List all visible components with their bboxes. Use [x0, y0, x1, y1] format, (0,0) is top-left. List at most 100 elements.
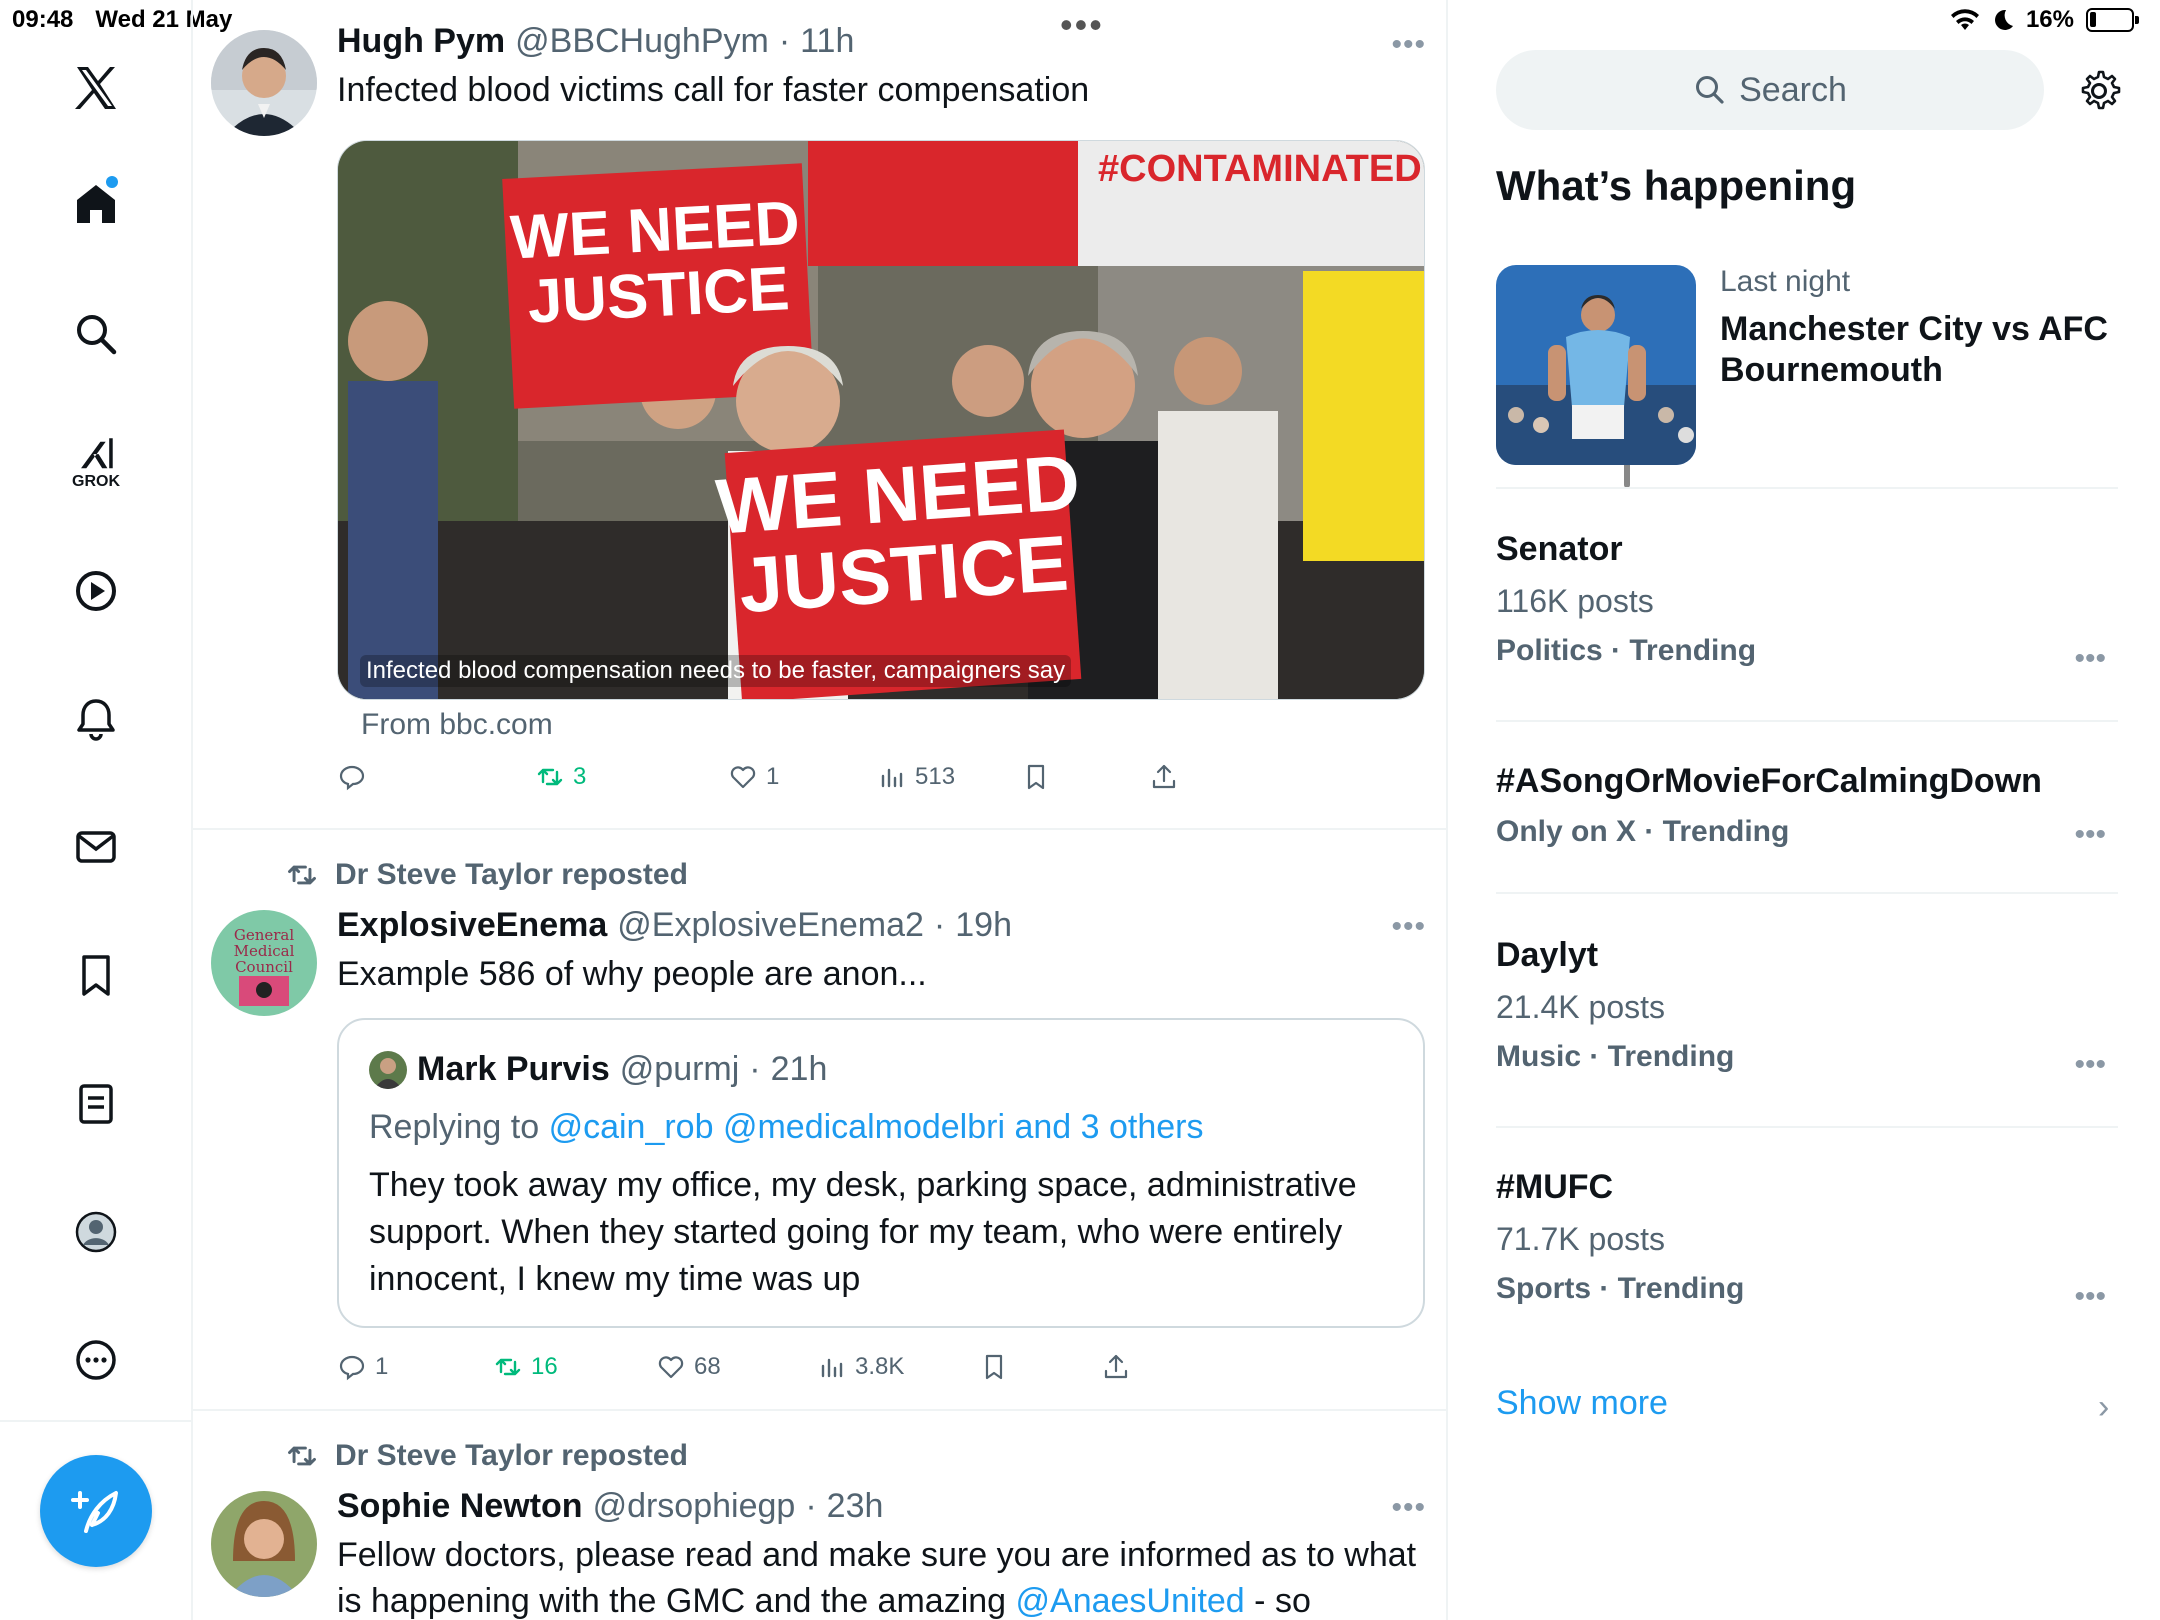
search-input[interactable]: Search: [1496, 50, 2044, 130]
like-button[interactable]: 68: [656, 1352, 721, 1382]
author-handle[interactable]: @drsophiegp: [593, 1487, 796, 1526]
more-options-icon[interactable]: •••: [2074, 1280, 2106, 1314]
quoted-time[interactable]: 21h: [771, 1050, 828, 1089]
share-icon: [1152, 764, 1176, 789]
trend-item[interactable]: Senator 116K posts Politics · Trending •…: [1496, 530, 2118, 722]
views-button[interactable]: 513: [877, 762, 955, 792]
quoted-tweet[interactable]: Mark Purvis @purmj · 21h Replying to @ca…: [337, 1018, 1425, 1328]
quoted-author-name[interactable]: Mark Purvis: [417, 1050, 610, 1089]
trending-event[interactable]: Last night Manchester City vs AFC Bourne…: [1496, 265, 2118, 489]
trend-item[interactable]: Daylyt 21.4K posts Music · Trending •••: [1496, 936, 2118, 1128]
home-icon[interactable]: [56, 164, 136, 244]
separator: ·: [805, 1487, 817, 1525]
trend-name: #ASongOrMovieForCalmingDown: [1496, 762, 2042, 800]
more-options-icon[interactable]: •••: [1391, 910, 1426, 944]
mention-link[interactable]: @AnaesUnited: [1016, 1582, 1245, 1620]
replying-to: Replying to @cain_rob @medicalmodelbri a…: [369, 1108, 1203, 1147]
tweet[interactable]: Dr Steve Taylor reposted General Medical C…: [193, 830, 1448, 1411]
tweet-text: Example 586 of why people are anon...: [337, 955, 927, 993]
trend-name: #MUFC: [1496, 1168, 1614, 1206]
avatar[interactable]: General Medical Council: [211, 910, 317, 1016]
grok-icon[interactable]: GROK: [56, 422, 136, 502]
author-handle[interactable]: @ExplosiveEnema2: [617, 906, 924, 945]
trend-post-count: 116K posts: [1496, 583, 1654, 619]
tweet-text-part: - so: [1254, 1582, 1311, 1620]
trend-category: Music · Trending: [1496, 1040, 1735, 1073]
trend-category: Politics · Trending: [1496, 634, 1757, 667]
repost-count: 3: [573, 763, 587, 790]
replying-to-links[interactable]: @cain_rob @medicalmodelbri and 3 others: [549, 1108, 1204, 1146]
heart-icon: [730, 766, 756, 789]
compose-button[interactable]: [40, 1455, 152, 1567]
views-icon: [821, 1358, 843, 1378]
bookmarks-icon[interactable]: [56, 935, 136, 1015]
repost-icon: [537, 768, 563, 786]
trend-post-count: 21.4K posts: [1496, 989, 1665, 1025]
section-title: What’s happening: [1496, 162, 1857, 209]
reposted-by: Dr Steve Taylor reposted: [335, 1439, 688, 1472]
tweet-time[interactable]: 19h: [955, 906, 1012, 945]
more-icon[interactable]: [56, 1320, 136, 1400]
protest-photo: WE NEED JUSTICE #CONTAMINATEDBL WE NEED …: [338, 141, 1425, 699]
avatar[interactable]: [211, 30, 317, 136]
share-button[interactable]: [1101, 1352, 1131, 1382]
nav-divider: [0, 1420, 193, 1422]
lists-icon[interactable]: [56, 1064, 136, 1144]
more-options-icon[interactable]: •••: [2074, 642, 2106, 676]
avatar[interactable]: [211, 1491, 317, 1597]
author-name[interactable]: Hugh Pym: [337, 22, 505, 61]
reply-button[interactable]: 1: [337, 1352, 388, 1382]
tweet-time[interactable]: 23h: [827, 1487, 884, 1526]
avatar-text: Council: [235, 958, 293, 976]
repost-context[interactable]: Dr Steve Taylor reposted: [285, 1439, 688, 1473]
trend-item[interactable]: #ASongOrMovieForCalmingDown Only on X · …: [1496, 762, 2118, 894]
bookmark-button[interactable]: [1021, 762, 1051, 792]
quoted-author-handle[interactable]: @purmj: [620, 1050, 740, 1089]
repost-button[interactable]: 3: [535, 762, 586, 792]
link-source[interactable]: From bbc.com: [361, 708, 553, 742]
heart-icon: [658, 1356, 684, 1379]
share-button[interactable]: [1149, 762, 1179, 792]
trend-item[interactable]: #MUFC 71.7K posts Sports · Trending •••: [1496, 1168, 2118, 1348]
tweet[interactable]: Dr Steve Taylor reposted Sophie Newton @…: [193, 1411, 1448, 1620]
grok-label: GROK: [72, 473, 120, 490]
more-options-icon[interactable]: •••: [1391, 1491, 1426, 1525]
video-icon[interactable]: [56, 551, 136, 631]
x-logo-icon[interactable]: [56, 48, 136, 128]
mail-icon[interactable]: [56, 807, 136, 887]
profile-icon[interactable]: [56, 1192, 136, 1272]
tweet-text: Infected blood victims call for faster c…: [337, 71, 1090, 109]
reply-count: 1: [375, 1353, 389, 1380]
left-nav: GROK: [0, 0, 193, 1620]
tweet[interactable]: Hugh Pym @BBCHughPym · 11h Infected bloo…: [193, 0, 1448, 830]
bell-icon[interactable]: [56, 679, 136, 759]
repost-context[interactable]: Dr Steve Taylor reposted: [285, 858, 688, 892]
author-name[interactable]: ExplosiveEnema: [337, 906, 607, 945]
repost-button[interactable]: 16: [493, 1352, 558, 1382]
author-handle[interactable]: @BBCHughPym: [515, 22, 769, 61]
bookmark-button[interactable]: [979, 1352, 1009, 1382]
author-name[interactable]: Sophie Newton: [337, 1487, 583, 1526]
chevron-right-icon[interactable]: ›: [2098, 1388, 2109, 1427]
link-card-image[interactable]: WE NEED JUSTICE #CONTAMINATEDBL WE NEED …: [337, 140, 1425, 700]
tweet-actions: 1 16 68 3.8K: [337, 1352, 1425, 1392]
repost-icon: [288, 1446, 316, 1466]
more-options-icon[interactable]: •••: [1391, 28, 1426, 62]
like-count: 68: [694, 1353, 721, 1380]
more-options-icon[interactable]: •••: [2074, 818, 2106, 852]
views-button[interactable]: 3.8K: [817, 1352, 904, 1382]
view-count: 3.8K: [855, 1353, 905, 1380]
like-button[interactable]: 1: [728, 762, 779, 792]
gear-icon[interactable]: [2076, 68, 2122, 114]
search-nav-icon[interactable]: [56, 294, 136, 374]
more-options-icon[interactable]: •••: [2074, 1048, 2106, 1082]
reply-button[interactable]: [337, 762, 367, 792]
media-caption: Infected blood compensation needs to be …: [360, 655, 1072, 687]
repost-count: 16: [531, 1353, 558, 1380]
reposted-by: Dr Steve Taylor reposted: [335, 858, 688, 891]
sign-hashtag-text: #CONTAMINATEDBL: [1098, 148, 1425, 190]
quoted-avatar[interactable]: [369, 1050, 407, 1089]
quoted-text: They took away my office, my desk, parki…: [369, 1166, 1357, 1298]
tweet-time[interactable]: 11h: [800, 22, 854, 61]
show-more-link[interactable]: Show more: [1496, 1384, 1668, 1423]
